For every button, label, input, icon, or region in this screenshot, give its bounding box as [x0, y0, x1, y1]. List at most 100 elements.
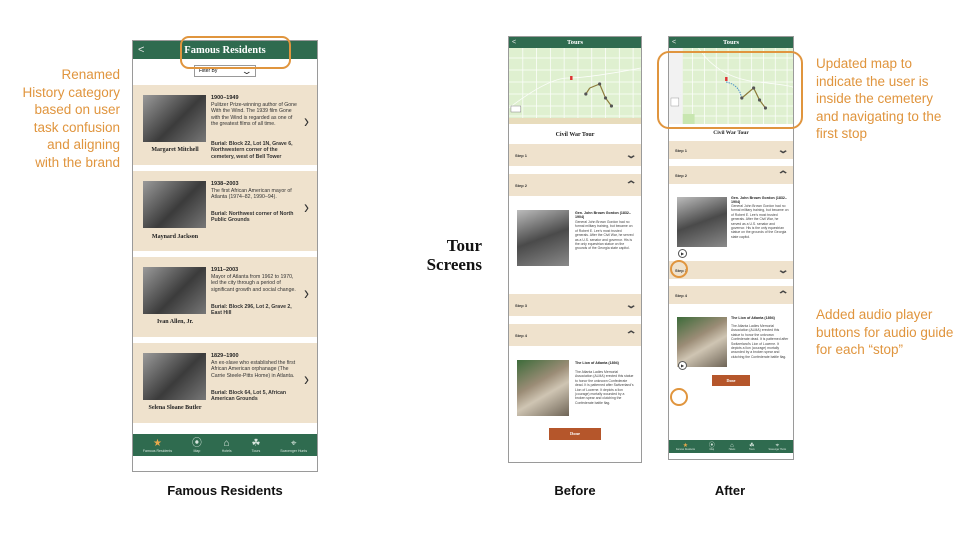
- home-icon: ⌂: [223, 437, 230, 449]
- chevron-down-icon: ⌄: [624, 149, 638, 161]
- gordon-photo: [517, 210, 569, 266]
- step-4-header[interactable]: Step 4 ⌃: [509, 324, 641, 346]
- step-label: Step 4: [675, 292, 688, 298]
- resident-photo: [143, 181, 206, 228]
- tab-map[interactable]: ⦿ Map: [709, 443, 715, 451]
- tour-map[interactable]: [509, 48, 641, 124]
- back-icon[interactable]: <: [512, 39, 516, 46]
- chevron-right-icon[interactable]: ›: [304, 110, 309, 132]
- famous-residents-screen: < Famous Residents Filter By ⌄ Margaret …: [132, 40, 318, 472]
- step-label: Step 4: [515, 332, 528, 338]
- tab-label: Tours: [251, 448, 261, 453]
- gordon-photo: [677, 197, 727, 247]
- chevron-right-icon[interactable]: ›: [304, 196, 309, 218]
- detail-title: Gen. John Brown Gordon (1832–1904): [575, 211, 631, 219]
- map-pin-person-icon: ⌖: [290, 437, 297, 449]
- tour-name: Civil War Tour: [555, 132, 595, 138]
- audio-play-button[interactable]: ▶: [678, 249, 687, 258]
- resident-photo: [143, 95, 206, 142]
- tab-map[interactable]: ⦿ Map: [192, 438, 202, 453]
- star-icon: ★: [153, 437, 162, 449]
- section-label-tour-screens: Tour Screens: [426, 236, 482, 274]
- done-button[interactable]: Done: [549, 428, 601, 440]
- tab-label: Scavenger Hunts: [280, 448, 308, 453]
- tab-famous-residents[interactable]: ★ Famous Residents: [676, 443, 695, 451]
- tab-label: Famous Residents: [142, 448, 173, 453]
- resident-description: Mayor of Atlanta from 1962 to 1970, led …: [211, 274, 296, 293]
- highlight-audio-step2: [670, 260, 688, 278]
- step-1-header[interactable]: Step 1 ⌄: [509, 144, 641, 166]
- back-icon[interactable]: <: [672, 39, 676, 46]
- step-4-detail: The Lion of Atlanta (1894) The Atlanta L…: [669, 311, 793, 373]
- tab-tours[interactable]: ☘ Tours: [749, 443, 755, 451]
- chevron-down-icon: ⌄: [776, 264, 790, 276]
- step-4-header[interactable]: Step 4 ⌃: [669, 286, 793, 304]
- back-icon[interactable]: <: [138, 44, 144, 56]
- tab-scavenger-hunts[interactable]: ⌖ Scavenger Hunts: [768, 443, 786, 451]
- step-label: Step 1: [515, 152, 528, 158]
- resident-burial: Burial: Northwest corner of North Public…: [211, 211, 294, 224]
- resident-years: 1911–2003: [211, 267, 239, 273]
- step-2-header[interactable]: Step 2 ⌃: [669, 166, 793, 184]
- detail-text: The Atlanta Ladies Memorial Association …: [575, 370, 634, 405]
- lion-photo: [517, 360, 569, 416]
- resident-burial: Burial: Block 296, Lot 2, Grave 2, East …: [211, 304, 292, 317]
- detail-text: The Atlanta Ladies Memorial Association …: [731, 324, 789, 359]
- resident-card[interactable]: Maynard Jackson 1938–2003 The first Afri…: [133, 171, 317, 251]
- step-1-header[interactable]: Step 1 ⌄: [669, 141, 793, 159]
- detail-title: The Lion of Atlanta (1894): [575, 361, 619, 365]
- bottom-tab-bar: ★ Famous Residents ⦿ Map ⌂ Hotels ☘ Tour…: [133, 434, 317, 456]
- page-title: Tours: [566, 39, 584, 46]
- resident-name: Maynard Jackson: [151, 234, 199, 240]
- tab-label: Scavenger Hunts: [768, 448, 787, 451]
- done-button[interactable]: Done: [712, 375, 750, 386]
- step-label: Step 1: [675, 147, 688, 153]
- resident-description: Pulitzer Prize-winning author of Gone Wi…: [211, 102, 297, 127]
- step-3-header[interactable]: Step 3 ⌄: [509, 294, 641, 316]
- tab-label: Map: [709, 448, 715, 451]
- detail-text: General John Brown Gordon had no formal …: [575, 220, 634, 251]
- tab-hotels[interactable]: ⌂ Hotels: [222, 438, 232, 453]
- detail-title: The Lion of Atlanta (1894): [731, 316, 775, 320]
- tab-label: Map: [193, 448, 201, 453]
- app-header: < Tours: [509, 37, 641, 48]
- step-4-detail: The Lion of Atlanta (1894) The Atlanta L…: [509, 354, 641, 424]
- step-2-detail: Gen. John Brown Gordon (1832–1904) Gener…: [669, 191, 793, 261]
- resident-name: Ivan Allen, Jr.: [156, 319, 194, 325]
- resident-card[interactable]: Ivan Allen, Jr. 1911–2003 Mayor of Atlan…: [133, 257, 317, 337]
- resident-years: 1938–2003: [211, 181, 239, 187]
- resident-burial: Burial: Block 64, Lot 5, African America…: [211, 390, 287, 403]
- resident-burial: Burial: Block 22, Lot 1N, Grave 6, North…: [211, 141, 293, 160]
- step-2-header[interactable]: Step 2 ⌃: [509, 174, 641, 196]
- resident-description: An ex-slave who established the first Af…: [211, 360, 296, 379]
- tab-famous-residents[interactable]: ★ Famous Residents: [143, 438, 172, 453]
- chevron-right-icon[interactable]: ›: [304, 282, 309, 304]
- detail-title: Gen. John Brown Gordon (1832–1904): [731, 196, 787, 204]
- detail-text: General John Brown Gordon had no formal …: [731, 204, 789, 239]
- map-graphic: [509, 48, 641, 124]
- resident-card[interactable]: Margaret Mitchell 1900–1949 Pulitzer Pri…: [133, 85, 317, 165]
- tab-tours[interactable]: ☘ Tours: [251, 438, 260, 453]
- audio-play-button[interactable]: ▶: [678, 361, 687, 370]
- chevron-up-icon: ⌃: [776, 169, 790, 181]
- highlight-title: [180, 36, 291, 69]
- resident-name: Margaret Mitchell: [151, 147, 199, 153]
- chevron-down-icon: ⌄: [624, 299, 638, 311]
- resident-card[interactable]: Selena Sloane Butler 1829–1900 An ex-sla…: [133, 343, 317, 423]
- caption-before: Before: [554, 483, 596, 498]
- tours-icon: ☘: [251, 437, 261, 449]
- tab-hotels[interactable]: ⌂ Hotels: [729, 443, 736, 451]
- chevron-up-icon: ⌃: [624, 179, 638, 191]
- resident-photo: [143, 267, 206, 314]
- lion-photo: [677, 317, 727, 367]
- resident-years: 1829–1900: [211, 353, 239, 359]
- tab-scavenger-hunts[interactable]: ⌖ Scavenger Hunts: [280, 438, 307, 453]
- chevron-right-icon[interactable]: ›: [304, 368, 309, 390]
- resident-years: 1900–1949: [211, 95, 239, 101]
- tab-label: Famous Residents: [675, 448, 696, 451]
- caption-after: After: [714, 483, 746, 498]
- tab-label: Hotels: [728, 448, 736, 451]
- tour-screen-before: < Tours Civil War Tour Step 1 ⌄ Step 2 ⌃: [508, 36, 642, 463]
- compass-icon: ⦿: [191, 437, 202, 449]
- step-label: Step 2: [675, 172, 688, 178]
